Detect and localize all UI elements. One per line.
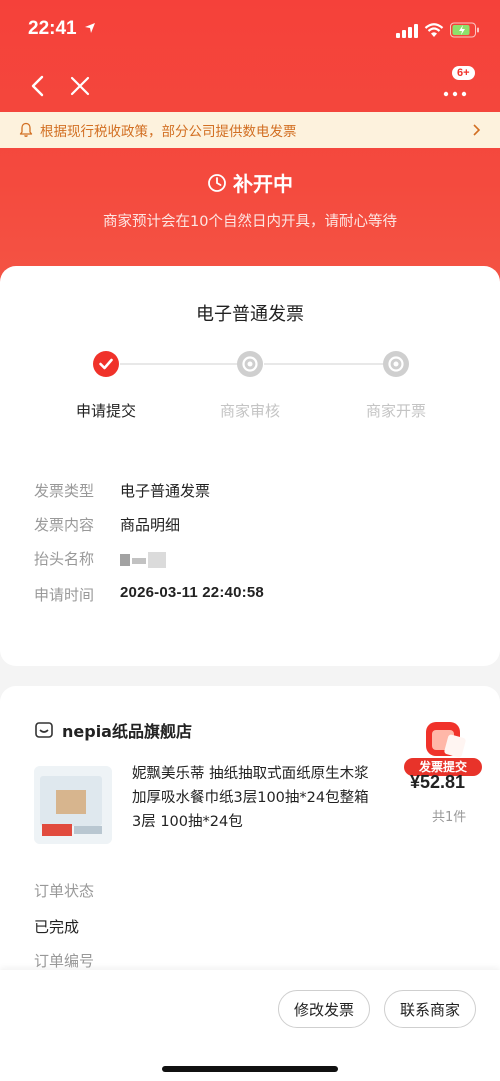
- navigation-bar: 6+: [0, 62, 500, 108]
- home-indicator: [162, 1066, 338, 1072]
- order-card: nepia纸品旗舰店 妮飘美乐蒂 抽纸抽取式面纸原生木浆加厚吸水餐巾纸3层100…: [0, 686, 500, 986]
- detail-value: 商品明细: [120, 516, 181, 534]
- store-icon: [35, 722, 53, 738]
- detail-row-invoice-content: 发票内容 商品明细: [34, 514, 180, 535]
- step-label: 商家开票: [365, 402, 426, 420]
- step-label: 申请提交: [75, 402, 136, 420]
- signal-icon: [396, 24, 418, 38]
- invoice-type-heading: 电子普通发票: [196, 304, 304, 325]
- bell-icon: [19, 122, 33, 137]
- shop-row[interactable]: nepia纸品旗舰店: [34, 718, 192, 742]
- chevron-right-icon: [473, 124, 481, 136]
- product-title[interactable]: 妮飘美乐蒂 抽纸抽取式面纸原生木浆加厚吸水餐巾纸3层100抽*24包整箱 3层 …: [132, 762, 382, 834]
- invoice-status-text: 补开中: [233, 172, 293, 196]
- detail-row-apply-time: 申请时间 2026-03-11 22:40:58: [34, 584, 264, 605]
- step-pending-icon: [237, 351, 263, 377]
- detail-key: 抬头名称: [34, 550, 95, 568]
- location-arrow-icon: [85, 23, 95, 33]
- step-done-check-icon: [93, 351, 119, 377]
- invoice-status-title: 补开中: [0, 168, 500, 197]
- product-price: ¥52.81: [410, 772, 466, 792]
- clock-icon: [208, 173, 226, 192]
- status-time: 22:41: [28, 18, 77, 39]
- progress-line: [120, 363, 240, 365]
- order-status-label: 订单状态: [34, 882, 95, 900]
- shop-name: nepia纸品旗舰店: [62, 722, 192, 741]
- detail-key: 发票类型: [34, 482, 95, 500]
- detail-value: 电子普通发票: [120, 482, 211, 500]
- order-status-value: 已完成: [34, 918, 80, 936]
- contact-seller-button[interactable]: 联系商家: [384, 990, 476, 1028]
- message-badge: 6+: [452, 66, 475, 80]
- detail-row-invoice-type: 发票类型 电子普通发票: [34, 480, 210, 501]
- redacted-name: [120, 550, 180, 568]
- product-quantity: 共1件: [432, 810, 467, 825]
- product-image[interactable]: [34, 766, 112, 844]
- detail-key: 申请时间: [34, 586, 95, 604]
- detail-value: 2026-03-11 22:40:58: [120, 584, 264, 601]
- detail-row-invoice-title: 抬头名称: [34, 548, 180, 569]
- back-icon[interactable]: [26, 74, 50, 98]
- battery-icon: [450, 22, 479, 38]
- step-pending-icon: [383, 351, 409, 377]
- edit-invoice-button[interactable]: 修改发票: [278, 990, 370, 1028]
- bottom-action-bar: 修改发票 联系商家: [0, 970, 500, 1081]
- status-bar: 22:41: [0, 0, 500, 58]
- progress-line: [264, 363, 384, 365]
- wifi-icon: [424, 23, 444, 37]
- detail-key: 发票内容: [34, 516, 95, 534]
- invoice-progress-card: 电子普通发票 申请提交 商家审核 商家开票 发票类型 电子普通发票 发票内容 商…: [0, 266, 500, 666]
- notice-text: 根据现行税收政策，部分公司提供数电发票: [40, 124, 297, 140]
- invoice-status-subtitle: 商家预计会在10个自然日内开具，请耐心等待: [103, 214, 397, 230]
- step-label: 商家审核: [219, 402, 280, 420]
- order-number-label: 订单编号: [34, 952, 95, 970]
- tax-policy-notice[interactable]: 根据现行税收政策，部分公司提供数电发票: [0, 112, 500, 148]
- close-icon[interactable]: [68, 74, 92, 98]
